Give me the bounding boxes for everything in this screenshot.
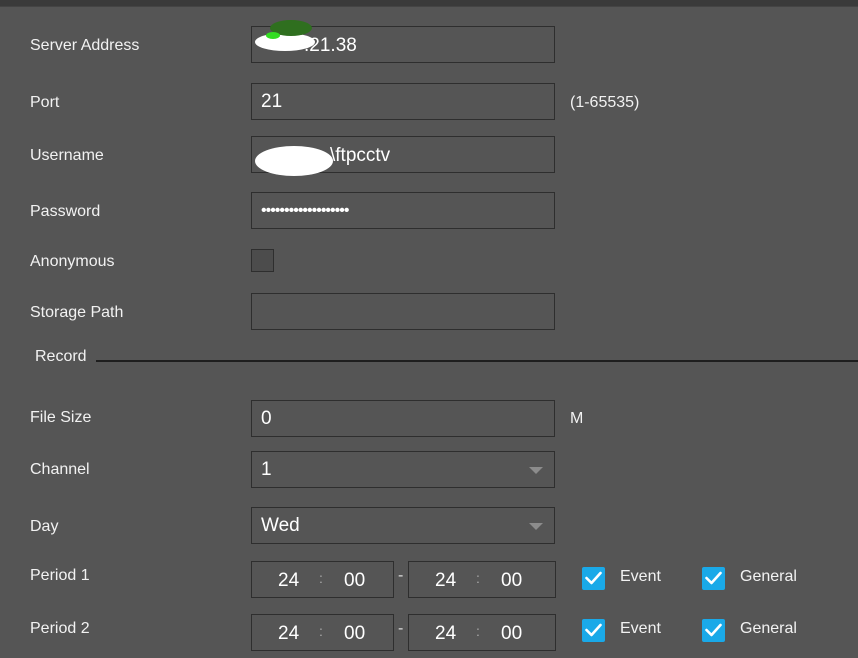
general-label: General bbox=[740, 568, 797, 585]
end-hour[interactable]: 24 bbox=[435, 570, 456, 592]
event-label: Event bbox=[620, 568, 661, 585]
redaction-mark bbox=[266, 32, 280, 39]
end-minute[interactable]: 00 bbox=[501, 570, 522, 592]
chevron-down-icon bbox=[529, 466, 543, 474]
channel-value: 1 bbox=[261, 458, 272, 480]
end-minute[interactable]: 00 bbox=[501, 623, 522, 645]
file-size-value: 0 bbox=[261, 407, 272, 429]
port-value: 21 bbox=[261, 90, 283, 112]
anonymous-label: Anonymous bbox=[30, 253, 115, 270]
storage-path-input[interactable] bbox=[251, 293, 555, 330]
time-separator: : bbox=[476, 623, 480, 639]
day-select[interactable]: Wed bbox=[251, 507, 555, 544]
chevron-down-icon bbox=[529, 522, 543, 530]
port-label: Port bbox=[30, 94, 60, 111]
period-1-start-time[interactable]: 24 : 00 bbox=[251, 561, 394, 598]
period-dash: - bbox=[398, 620, 404, 637]
day-label: Day bbox=[30, 518, 59, 535]
port-range-hint: (1-65535) bbox=[570, 94, 640, 111]
top-bar bbox=[0, 0, 858, 7]
period-2-event-checkbox[interactable] bbox=[582, 619, 605, 642]
time-separator: : bbox=[476, 570, 480, 586]
check-icon bbox=[705, 623, 722, 637]
period-2-end-time[interactable]: 24 : 00 bbox=[408, 614, 556, 651]
time-separator: : bbox=[319, 623, 323, 639]
username-value: \ftpcctv bbox=[330, 145, 391, 166]
general-label: General bbox=[740, 620, 797, 637]
password-label: Password bbox=[30, 203, 101, 220]
start-hour[interactable]: 24 bbox=[278, 570, 299, 592]
end-hour[interactable]: 24 bbox=[435, 623, 456, 645]
period-label: Period 2 bbox=[30, 620, 90, 637]
start-minute[interactable]: 00 bbox=[344, 623, 365, 645]
period-2-start-time[interactable]: 24 : 00 bbox=[251, 614, 394, 651]
username-label: Username bbox=[30, 147, 104, 164]
file-size-input[interactable]: 0 bbox=[251, 400, 555, 437]
password-input[interactable]: ••••••••••••••••••• bbox=[251, 192, 555, 229]
file-size-label: File Size bbox=[30, 409, 92, 426]
period-1-end-time[interactable]: 24 : 00 bbox=[408, 561, 556, 598]
day-value: Wed bbox=[261, 514, 300, 536]
port-input[interactable]: 21 bbox=[251, 83, 555, 120]
channel-select[interactable]: 1 bbox=[251, 451, 555, 488]
start-hour[interactable]: 24 bbox=[278, 623, 299, 645]
password-value: ••••••••••••••••••• bbox=[261, 201, 349, 219]
channel-label: Channel bbox=[30, 461, 90, 478]
check-icon bbox=[585, 571, 602, 585]
period-dash: - bbox=[398, 567, 404, 584]
redaction-mark bbox=[255, 146, 333, 176]
section-divider bbox=[96, 360, 858, 362]
anonymous-checkbox[interactable] bbox=[251, 249, 274, 272]
check-icon bbox=[705, 571, 722, 585]
time-separator: : bbox=[319, 570, 323, 586]
period-1-event-checkbox[interactable] bbox=[582, 567, 605, 590]
file-size-unit: M bbox=[570, 410, 584, 427]
record-section-title: Record bbox=[35, 348, 87, 365]
period-2-general-checkbox[interactable] bbox=[702, 619, 725, 642]
check-icon bbox=[585, 623, 602, 637]
period-1-general-checkbox[interactable] bbox=[702, 567, 725, 590]
storage-path-label: Storage Path bbox=[30, 304, 124, 321]
event-label: Event bbox=[620, 620, 661, 637]
start-minute[interactable]: 00 bbox=[344, 570, 365, 592]
server-address-label: Server Address bbox=[30, 37, 140, 54]
period-label: Period 1 bbox=[30, 567, 90, 584]
